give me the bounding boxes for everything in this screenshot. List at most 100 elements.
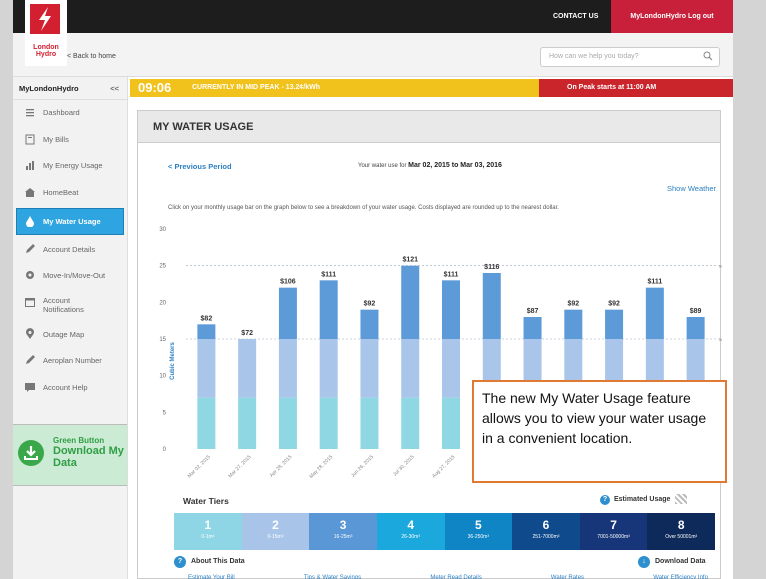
usage-bar-segment-tier-2[interactable] (278, 339, 297, 398)
page-background: CONTACT US MyLondonHydro Log out < Back … (0, 0, 766, 579)
sidebar-item-label: Dashboard (43, 108, 80, 117)
bar-cost-label: $89 (690, 308, 702, 315)
chat-icon (24, 381, 36, 393)
bar-cost-label: $72 (241, 330, 253, 337)
sidebar-item-move-in-move-out[interactable]: Move-In/Move-Out (13, 263, 127, 290)
water-tier-4: 4 26-30m³ (376, 513, 445, 550)
feature-callout: The new My Water Usage feature allows yo… (472, 380, 727, 483)
footer-link[interactable]: Estimate Your Bill (188, 575, 235, 579)
hatch-swatch-icon (675, 494, 688, 504)
bar-cost-label: $92 (364, 301, 376, 308)
usage-bar-segment-tier-3[interactable] (482, 273, 501, 339)
sidebar-item-dashboard[interactable]: Dashboard (13, 100, 127, 127)
sidebar-item-account-notifications[interactable]: Account Notifications (13, 290, 127, 322)
sub-bar: < Back to home How can we help you today… (13, 33, 733, 77)
footer-link[interactable]: Water Efficiency Info (653, 575, 708, 579)
usage-bar-segment-tier-1[interactable] (238, 397, 257, 449)
sidebar-item-homebeat[interactable]: HomeBeat (13, 180, 127, 207)
bar-cost-label: $87 (527, 308, 539, 315)
y-tick-label: 5 (163, 410, 167, 416)
london-hydro-logo[interactable]: London Hydro (25, 0, 67, 66)
usage-bar-segment-tier-3[interactable] (523, 317, 542, 339)
tier-number: 4 (407, 518, 415, 532)
sidebar-item-aeroplan-number[interactable]: Aeroplan Number (13, 348, 127, 375)
list-icon (24, 106, 36, 118)
y-tick-label: 25 (159, 264, 166, 270)
y-tick-label: 30 (159, 227, 166, 233)
usage-bar-segment-tier-1[interactable] (197, 397, 216, 449)
search-icon[interactable] (703, 51, 713, 63)
x-tick-label: Mar 02, 2015 (187, 454, 212, 479)
usage-bar-segment-tier-2[interactable] (319, 339, 338, 398)
usage-bar-segment-tier-1[interactable] (319, 397, 338, 449)
tier-range: 7001-50000m³ (597, 534, 630, 540)
sidebar-header: MyLondonHydro << (13, 77, 127, 100)
footer-link[interactable]: Meter Read Details (430, 575, 481, 579)
x-tick-label: Aug 27, 2015 (431, 454, 456, 479)
tier-range: 36-250m³ (467, 534, 490, 540)
about-this-data-link[interactable]: ? About This Data (174, 556, 245, 568)
water-tiers-bar: 1 0-1m³ 2 0-15m³ 3 16-25m³ 4 26-30m³ 5 36-250m³ 6 2… (174, 513, 715, 550)
usage-bar-segment-tier-2[interactable] (442, 339, 460, 398)
usage-bar-segment-tier-3[interactable] (319, 280, 338, 339)
tier-number: 2 (272, 518, 279, 532)
footer-link[interactable]: Tips & Water Savings (304, 575, 361, 579)
usage-bar-segment-tier-3[interactable] (442, 280, 460, 339)
usage-bar-segment-tier-2[interactable] (197, 339, 216, 398)
contact-us-link[interactable]: CONTACT US (543, 0, 608, 33)
y-tick-label: 20 (159, 300, 166, 306)
sidebar-item-outage-map[interactable]: Outage Map (13, 322, 127, 349)
water-usage-panel: MY WATER USAGE < Previous Period Your wa… (137, 110, 722, 579)
x-tick-label: Apr 28, 2015 (269, 454, 294, 479)
sidebar-item-account-help[interactable]: Account Help (13, 375, 127, 402)
bar-cost-label: $121 (402, 257, 418, 264)
current-peak-status: CURRENTLY IN MID PEAK - 13.2¢/kWh (192, 84, 320, 91)
collapse-sidebar-button[interactable]: << (110, 77, 119, 100)
usage-bar-segment-tier-2[interactable] (401, 339, 420, 398)
usage-bar-segment-tier-3[interactable] (686, 317, 705, 339)
account-logout-link[interactable]: MyLondonHydro Log out (611, 0, 733, 33)
green-button-download[interactable]: Green Button Download My Data (13, 424, 127, 486)
y-tick-label: 0 (163, 447, 167, 453)
sidebar-item-label: My Water Usage (43, 217, 101, 226)
tier-range: 0-15m³ (267, 534, 284, 540)
sidebar-item-my-energy-usage[interactable]: My Energy Usage (13, 153, 127, 180)
usage-bar-segment-tier-3[interactable] (360, 309, 379, 339)
calendar-icon (24, 296, 36, 308)
lightning-logo-icon (30, 4, 60, 34)
bar-cost-label: $111 (321, 271, 336, 278)
sidebar: MyLondonHydro << Dashboard My Bills My Ene… (13, 77, 128, 579)
tier-threshold-label: Tier 3 (718, 264, 722, 269)
usage-bar-segment-tier-3[interactable] (197, 324, 216, 339)
usage-bar-segment-tier-1[interactable] (401, 397, 420, 449)
gear-icon (24, 269, 36, 281)
usage-bar-segment-tier-2[interactable] (360, 339, 379, 398)
pencil-icon (24, 243, 36, 255)
about-label: About This Data (191, 558, 245, 565)
download-data-link[interactable]: ↓ Download Data (638, 556, 706, 568)
sidebar-item-account-details[interactable]: Account Details (13, 237, 127, 264)
usage-bar-segment-tier-3[interactable] (605, 309, 624, 339)
footer-link[interactable]: Water Rates (551, 575, 584, 579)
back-to-home-link[interactable]: < Back to home (67, 53, 116, 60)
sidebar-item-label: Outage Map (43, 329, 85, 339)
bar-cost-label: $92 (567, 301, 579, 308)
bar-cost-label: $111 (647, 279, 662, 286)
usage-bar-segment-tier-3[interactable] (645, 287, 664, 339)
sidebar-item-label: Account Details (43, 244, 96, 254)
usage-bar-segment-tier-2[interactable] (238, 339, 257, 398)
footer-links: Estimate Your Bill Tips & Water Savings Me… (188, 575, 708, 579)
usage-bar-segment-tier-3[interactable] (278, 287, 297, 339)
sidebar-item-my-bills[interactable]: My Bills (13, 127, 127, 154)
usage-bar-segment-tier-3[interactable] (564, 309, 583, 339)
tier-number: 1 (204, 518, 212, 532)
usage-bar-segment-tier-1[interactable] (278, 397, 297, 449)
usage-bar-segment-tier-1[interactable] (442, 397, 460, 449)
usage-bar-segment-tier-1[interactable] (360, 397, 379, 449)
sidebar-item-my-water-usage[interactable]: My Water Usage (16, 208, 124, 235)
search-input[interactable]: How can we help you today? (540, 47, 720, 67)
usage-bar-segment-tier-3[interactable] (401, 265, 420, 339)
tier-number: 6 (542, 518, 550, 532)
help-icon[interactable]: ? (600, 494, 610, 505)
water-tier-2: 2 0-15m³ (241, 513, 310, 550)
